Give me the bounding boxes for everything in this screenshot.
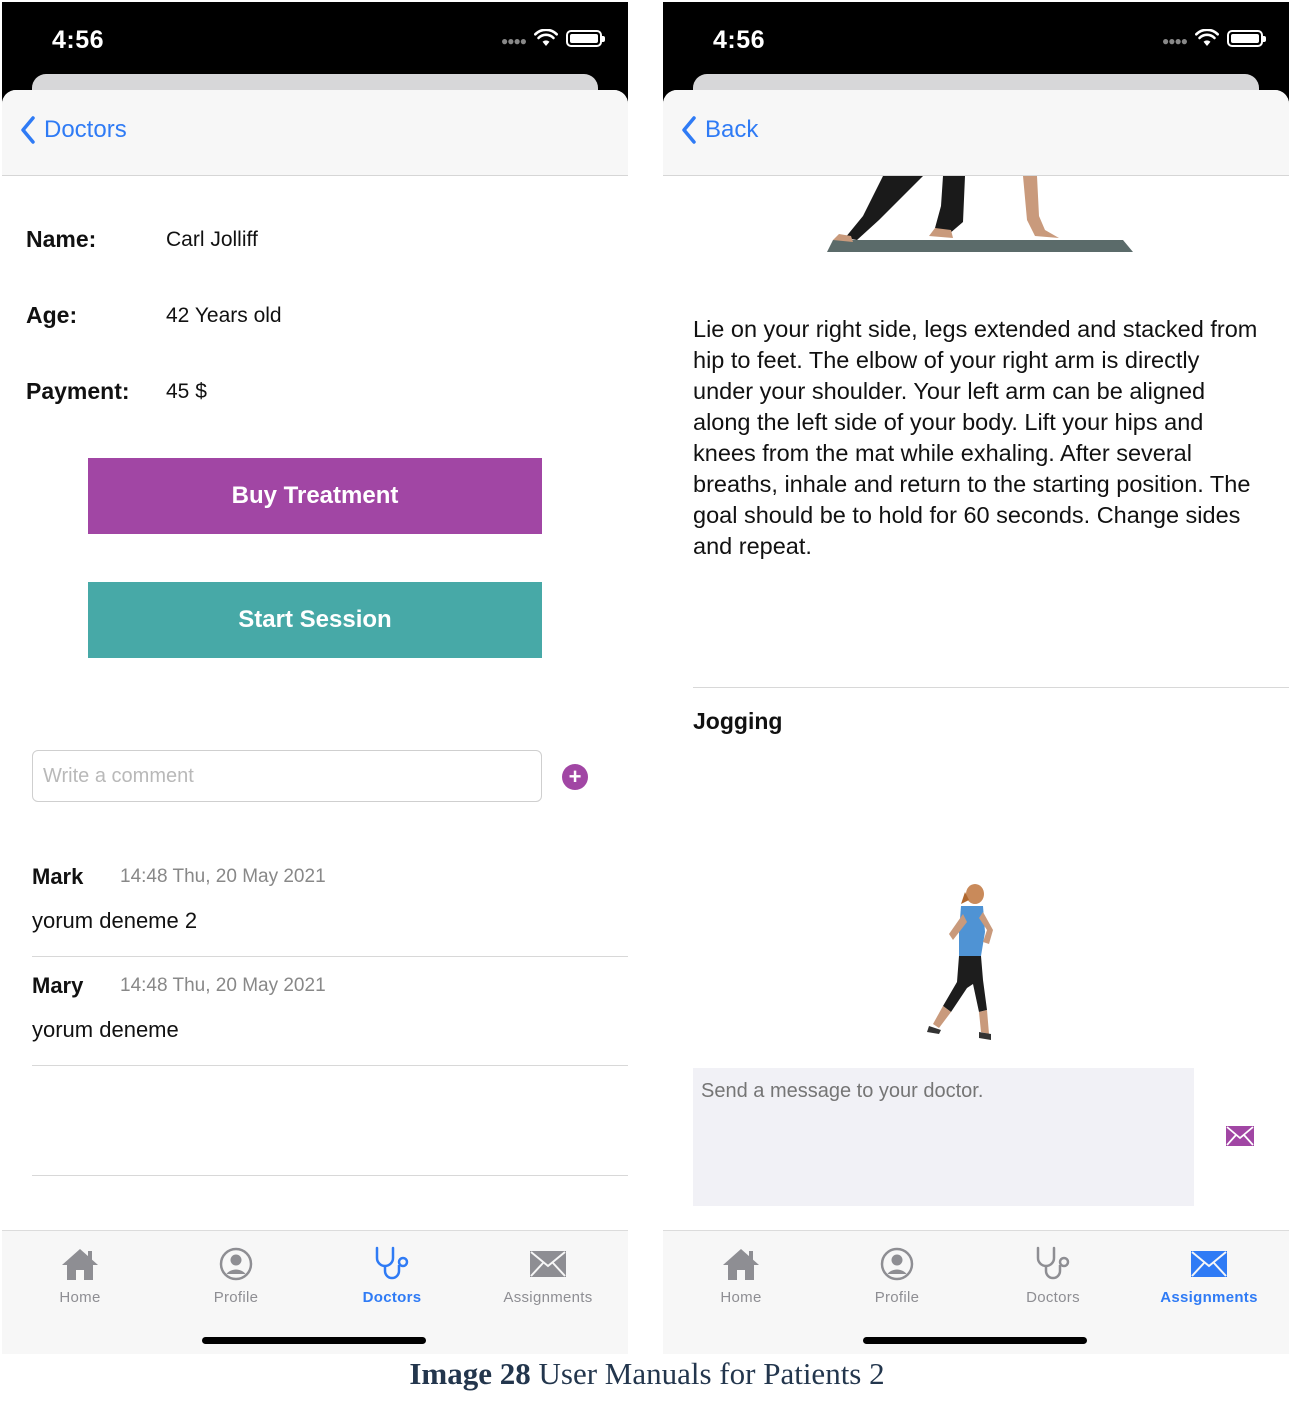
chevron-left-icon	[682, 116, 696, 144]
tab-home[interactable]: Home	[663, 1243, 819, 1306]
start-session-button[interactable]: Start Session	[88, 582, 542, 658]
back-button-label: Doctors	[44, 116, 127, 143]
back-button[interactable]: Back	[681, 116, 758, 144]
signal-icon: ●●●●	[501, 34, 527, 48]
navigation-bar: Doctors	[2, 90, 628, 176]
tab-assignments-label: Assignments	[1160, 1289, 1258, 1306]
status-bar: 4:56 ●●●●	[663, 2, 1289, 76]
assignment-detail-screen: 4:56 ●●●● Back Lie on your right side, l…	[663, 2, 1289, 1354]
tab-bar: Home Profile Doctors Assignments	[2, 1230, 628, 1354]
home-indicator	[202, 1337, 426, 1344]
name-label: Name:	[26, 226, 97, 252]
jogging-image	[927, 884, 993, 1040]
tab-bar: Home Profile Doctors Assignments	[663, 1230, 1289, 1354]
tab-doctors[interactable]: Doctors	[314, 1243, 470, 1306]
comment-author: Mary	[32, 973, 84, 998]
tab-home-label: Home	[59, 1289, 101, 1306]
figure-caption: Image 28 User Manuals for Patients 2	[0, 1356, 1294, 1392]
caption-text: User Manuals for Patients 2	[530, 1356, 885, 1391]
add-comment-button[interactable]: +	[562, 764, 588, 790]
battery-icon	[566, 29, 605, 47]
chevron-left-icon	[21, 116, 35, 144]
status-bar: 4:56 ●●●●	[2, 2, 628, 76]
exercise-description: Lie on your right side, legs extended an…	[693, 316, 1258, 559]
comment-item: Mary 14:48 Thu, 20 May 2021 yorum deneme	[32, 957, 628, 1066]
wifi-icon	[534, 29, 558, 46]
status-time: 4:56	[713, 26, 766, 54]
profile-icon	[880, 1247, 914, 1281]
tab-assignments-label: Assignments	[503, 1289, 593, 1306]
modal-sheet: Doctors Name: Carl Jolliff Age: 42 Years…	[2, 90, 628, 1354]
profile-icon	[219, 1247, 253, 1281]
home-indicator	[863, 1337, 1087, 1344]
comment-time: 14:48 Thu, 20 May 2021	[120, 975, 326, 996]
modal-sheet: Back Lie on your right side, legs extend…	[663, 90, 1289, 1354]
tab-doctors-label: Doctors	[1026, 1289, 1080, 1306]
payment-value: 45 $	[166, 379, 207, 403]
caption-prefix: Image 28	[409, 1356, 531, 1391]
comment-text: yorum deneme 2	[32, 908, 198, 933]
comment-text: yorum deneme	[32, 1017, 179, 1042]
status-icons: ●●●●	[501, 28, 605, 48]
battery-icon	[1227, 29, 1266, 47]
tab-profile-label: Profile	[874, 1289, 920, 1306]
back-button[interactable]: Doctors	[20, 116, 127, 144]
doctor-detail-screen: 4:56 ●●●● Doctors Name: Carl Jolliff Age…	[2, 2, 628, 1354]
signal-icon: ●●●●	[1162, 34, 1188, 48]
list-divider	[32, 1175, 628, 1176]
home-icon	[723, 1249, 759, 1280]
home-icon	[62, 1249, 98, 1280]
tab-home-label: Home	[720, 1289, 762, 1306]
name-value: Carl Jolliff	[166, 227, 258, 251]
navigation-bar: Back	[663, 90, 1289, 176]
tab-assignments[interactable]: Assignments	[470, 1243, 626, 1306]
status-time: 4:56	[52, 26, 105, 54]
envelope-icon	[530, 1251, 566, 1277]
exercise-title: Jogging	[693, 708, 783, 734]
message-input[interactable]	[693, 1068, 1194, 1206]
age-value: 42 Years old	[166, 303, 282, 327]
age-label: Age:	[26, 302, 78, 328]
tab-doctors[interactable]: Doctors	[975, 1243, 1131, 1306]
payment-row: Payment: 45 $	[26, 378, 207, 405]
name-row: Name: Carl Jolliff	[26, 226, 258, 253]
exercise-image	[827, 176, 1133, 252]
payment-label: Payment:	[26, 378, 130, 404]
section-divider	[693, 687, 1289, 688]
comment-author: Mark	[32, 864, 84, 889]
comment-time: 14:48 Thu, 20 May 2021	[120, 866, 326, 887]
comment-item: Mark 14:48 Thu, 20 May 2021 yorum deneme…	[32, 848, 628, 957]
age-row: Age: 42 Years old	[26, 302, 282, 329]
back-button-label: Back	[705, 116, 759, 143]
tab-home[interactable]: Home	[2, 1243, 158, 1306]
stethoscope-icon	[1036, 1246, 1070, 1280]
tab-assignments[interactable]: Assignments	[1131, 1243, 1287, 1306]
tab-profile-label: Profile	[213, 1289, 259, 1306]
envelope-icon	[1191, 1251, 1227, 1277]
tab-doctors-label: Doctors	[362, 1289, 422, 1306]
stethoscope-icon	[375, 1246, 409, 1280]
buy-treatment-button[interactable]: Buy Treatment	[88, 458, 542, 534]
send-message-icon[interactable]	[1225, 1124, 1255, 1148]
tab-profile[interactable]: Profile	[158, 1243, 314, 1306]
tab-profile[interactable]: Profile	[819, 1243, 975, 1306]
plus-icon: +	[568, 764, 582, 789]
comment-input[interactable]	[32, 750, 542, 802]
wifi-icon	[1195, 29, 1219, 46]
status-icons: ●●●●	[1162, 28, 1266, 48]
